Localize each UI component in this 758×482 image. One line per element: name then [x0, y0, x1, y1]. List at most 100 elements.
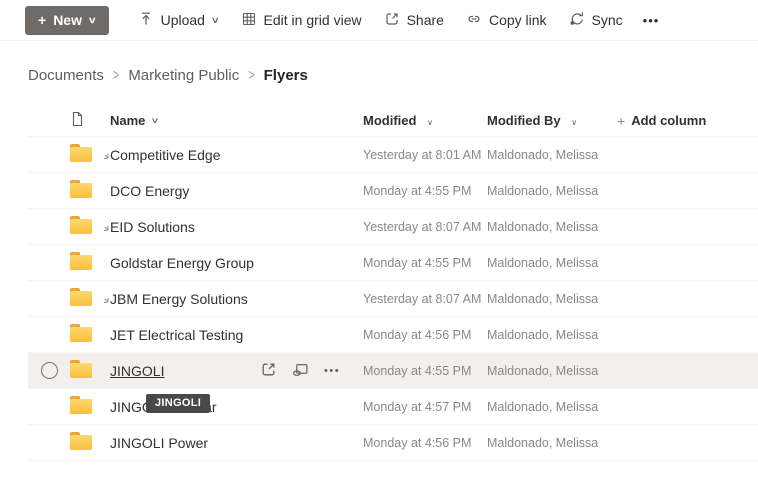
plus-icon: +	[38, 12, 46, 28]
row-hover-actions: •••	[260, 361, 340, 381]
folder-name-link[interactable]: Competitive Edge	[110, 147, 221, 163]
add-column-label: Add column	[631, 113, 706, 128]
modified-value: Yesterday at 8:01 AM	[363, 148, 487, 162]
header-modified-by-column[interactable]: Modified By ∨	[487, 113, 617, 128]
modified-column-label: Modified	[363, 113, 416, 128]
chevron-down-icon: ∨	[427, 118, 433, 127]
modified-by-value: Maldonado, Melissa	[487, 184, 617, 198]
table-row[interactable]: Competitive Edge	[28, 137, 758, 173]
breadcrumb-separator: >	[248, 67, 254, 84]
grid-icon	[241, 11, 257, 30]
modified-by-value: Maldonado, Melissa	[487, 256, 617, 270]
folder-icon	[70, 327, 92, 342]
plus-icon: +	[617, 113, 625, 129]
folder-name-link[interactable]: EID Solutions	[110, 219, 195, 235]
list-header: Name ∨ Modified ∨ Modified By ∨ + Add co…	[28, 105, 758, 137]
breadcrumb-marketing-public[interactable]: Marketing Public	[128, 67, 239, 84]
breadcrumb-documents[interactable]: Documents	[28, 67, 104, 84]
modified-by-column-label: Modified By	[487, 113, 561, 128]
upload-icon	[138, 11, 154, 30]
folder-icon	[70, 399, 92, 414]
folder-icon	[70, 363, 92, 378]
modified-by-value: Maldonado, Melissa	[487, 148, 617, 162]
upload-button[interactable]: Upload ∨	[127, 0, 230, 40]
new-item-sparkle-icon	[103, 294, 113, 310]
table-row[interactable]: JINGOLI Power	[28, 425, 758, 461]
modified-value: Monday at 4:55 PM	[363, 364, 487, 378]
folder-icon	[70, 291, 92, 306]
folder-name-link[interactable]: JINGOLI	[110, 363, 164, 379]
header-modified-column[interactable]: Modified ∨	[363, 113, 487, 128]
folder-name-link[interactable]: Goldstar Energy Group	[110, 255, 254, 271]
header-name-column[interactable]: Name ∨	[110, 113, 363, 128]
row-share-button[interactable]	[260, 361, 277, 381]
modified-value: Monday at 4:55 PM	[363, 184, 487, 198]
modified-value: Yesterday at 8:07 AM	[363, 220, 487, 234]
table-row[interactable]: DCO Energy	[28, 173, 758, 209]
new-item-sparkle-icon	[103, 222, 113, 238]
modified-by-value: Maldonado, Melissa	[487, 292, 617, 306]
folder-icon	[70, 255, 92, 270]
modified-value: Yesterday at 8:07 AM	[363, 292, 487, 306]
modified-value: Monday at 4:57 PM	[363, 400, 487, 414]
table-row[interactable]: JINGOLI	[28, 353, 758, 389]
folder-name-link[interactable]: DCO Energy	[110, 183, 189, 199]
table-row[interactable]: EID Solutions	[28, 209, 758, 245]
row-copy-link-button[interactable]	[292, 361, 309, 381]
link-icon	[466, 11, 482, 30]
row-select-radio[interactable]	[41, 362, 58, 379]
share-icon	[384, 11, 400, 30]
copy-link-icon	[292, 361, 309, 381]
chevron-down-icon: ∨	[571, 118, 577, 127]
folder-icon	[70, 219, 92, 234]
edit-grid-view-button[interactable]: Edit in grid view	[230, 0, 373, 40]
folder-icon	[70, 435, 92, 450]
share-button[interactable]: Share	[373, 0, 455, 40]
breadcrumb: Documents > Marketing Public > Flyers	[0, 41, 758, 84]
folder-name-link[interactable]: JBM Energy Solutions	[110, 291, 248, 307]
share-icon	[260, 361, 277, 381]
modified-by-value: Maldonado, Melissa	[487, 328, 617, 342]
document-list: Name ∨ Modified ∨ Modified By ∨ + Add co…	[0, 105, 758, 461]
ellipsis-icon: •••	[643, 13, 660, 28]
table-row[interactable]: JINGOLI Nuclear	[28, 389, 758, 425]
sync-label: Sync	[592, 12, 623, 28]
modified-value: Monday at 4:55 PM	[363, 256, 487, 270]
modified-value: Monday at 4:56 PM	[363, 436, 487, 450]
copy-link-label: Copy link	[489, 12, 547, 28]
folder-name-link[interactable]: JINGOLI Power	[110, 435, 208, 451]
command-bar: + New ∨ Upload ∨ Edit in grid view	[0, 0, 758, 41]
modified-by-value: Maldonado, Melissa	[487, 220, 617, 234]
more-actions-button[interactable]: •••	[634, 0, 669, 40]
sharepoint-library-view: + New ∨ Upload ∨ Edit in grid view	[0, 0, 758, 482]
ellipsis-icon: •••	[324, 365, 340, 377]
chevron-down-icon: ∨	[88, 15, 97, 26]
copy-link-button[interactable]: Copy link	[455, 0, 558, 40]
sync-icon	[569, 11, 585, 30]
rows: Competitive Edge	[28, 137, 758, 461]
edit-grid-view-label: Edit in grid view	[264, 12, 362, 28]
name-column-label: Name	[110, 113, 145, 128]
folder-icon	[70, 183, 92, 198]
modified-by-value: Maldonado, Melissa	[487, 364, 617, 378]
folder-name-tooltip: JINGOLI	[146, 394, 210, 413]
table-row[interactable]: JBM Energy Solutions	[28, 281, 758, 317]
folder-name-link[interactable]: JET Electrical Testing	[110, 327, 243, 343]
chevron-down-icon: ∨	[211, 15, 220, 26]
new-button-label: New	[53, 12, 82, 28]
modified-value: Monday at 4:56 PM	[363, 328, 487, 342]
breadcrumb-flyers-current: Flyers	[264, 67, 308, 84]
row-more-actions-button[interactable]: •••	[324, 365, 340, 377]
add-column-button[interactable]: + Add column	[617, 113, 758, 129]
header-type-column[interactable]	[70, 111, 110, 130]
share-label: Share	[407, 12, 444, 28]
sync-button[interactable]: Sync	[558, 0, 634, 40]
new-item-sparkle-icon	[103, 150, 113, 166]
table-row[interactable]: Goldstar Energy Group	[28, 245, 758, 281]
modified-by-value: Maldonado, Melissa	[487, 400, 617, 414]
table-row[interactable]: JET Electrical Testing	[28, 317, 758, 353]
breadcrumb-separator: >	[113, 67, 119, 84]
folder-icon	[70, 147, 92, 162]
new-button[interactable]: + New ∨	[25, 6, 109, 35]
upload-label: Upload	[161, 12, 205, 28]
